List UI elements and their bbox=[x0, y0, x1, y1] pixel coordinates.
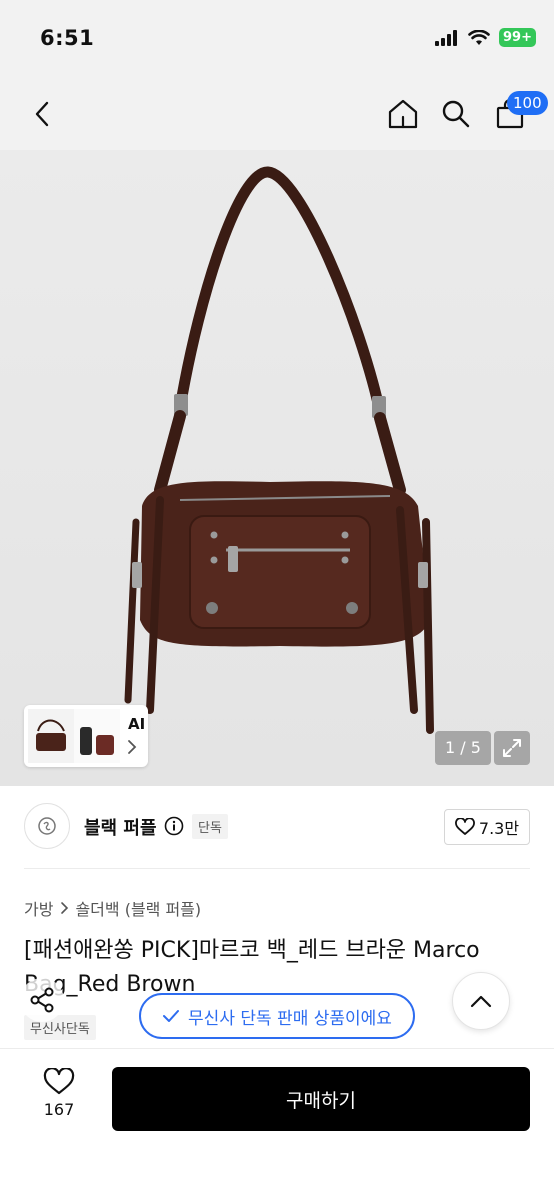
info-icon[interactable] bbox=[164, 816, 184, 836]
ai-similar-products-card[interactable]: AI bbox=[24, 705, 148, 767]
expand-image-button[interactable] bbox=[494, 731, 530, 765]
status-icons: 99+ bbox=[435, 28, 536, 47]
home-icon bbox=[388, 99, 418, 129]
breadcrumb-category[interactable]: 가방 bbox=[24, 896, 53, 920]
chevron-up-icon bbox=[470, 995, 492, 1008]
cart-count-badge: 100 bbox=[507, 91, 548, 115]
chevron-right-icon bbox=[61, 902, 69, 914]
share-button[interactable] bbox=[20, 978, 64, 1022]
wishlist-button[interactable]: 167 bbox=[30, 1068, 88, 1119]
breadcrumb: 가방 숄더백 (블랙 퍼플) bbox=[24, 896, 201, 920]
divider bbox=[24, 868, 530, 869]
scroll-to-top-button[interactable] bbox=[452, 972, 510, 1030]
chevron-left-icon bbox=[35, 101, 49, 127]
search-icon bbox=[442, 100, 470, 128]
thumbnail-image bbox=[28, 709, 120, 763]
status-time: 6:51 bbox=[40, 26, 95, 50]
heart-icon bbox=[455, 818, 475, 835]
brand-like-button[interactable]: 7.3만 bbox=[444, 809, 530, 845]
back-button[interactable] bbox=[20, 92, 64, 136]
brand-logo-mark bbox=[38, 817, 56, 835]
wifi-icon bbox=[468, 29, 490, 45]
battery-indicator: 99+ bbox=[499, 28, 536, 47]
ai-label: AI bbox=[128, 715, 146, 733]
image-counter: 1 / 5 bbox=[435, 731, 491, 765]
breadcrumb-subcategory[interactable]: 숄더백 (블랙 퍼플) bbox=[75, 896, 201, 920]
signal-icon bbox=[435, 29, 458, 46]
check-icon bbox=[163, 1010, 180, 1022]
exclusive-sale-pill[interactable]: 무신사 단독 판매 상품이에요 bbox=[139, 993, 415, 1039]
top-nav-bar bbox=[0, 80, 554, 150]
expand-icon bbox=[503, 739, 521, 757]
share-icon bbox=[30, 987, 54, 1013]
chevron-right-icon bbox=[128, 740, 137, 754]
brand-logo[interactable] bbox=[24, 803, 70, 849]
home-button[interactable] bbox=[381, 92, 425, 136]
product-image-carousel[interactable] bbox=[0, 150, 554, 786]
product-photo bbox=[124, 166, 434, 734]
brand-name[interactable]: 블랙 퍼플 bbox=[84, 814, 157, 840]
exclusive-sale-text: 무신사 단독 판매 상품이에요 bbox=[188, 1008, 392, 1029]
buy-button[interactable]: 구매하기 bbox=[112, 1067, 530, 1131]
status-bar: 6:51 99+ bbox=[0, 0, 554, 80]
heart-icon bbox=[43, 1068, 75, 1095]
brand-like-count: 7.3만 bbox=[478, 819, 520, 838]
exclusive-tag: 단독 bbox=[192, 814, 228, 839]
wishlist-count: 167 bbox=[43, 1100, 75, 1119]
search-button[interactable] bbox=[434, 92, 478, 136]
